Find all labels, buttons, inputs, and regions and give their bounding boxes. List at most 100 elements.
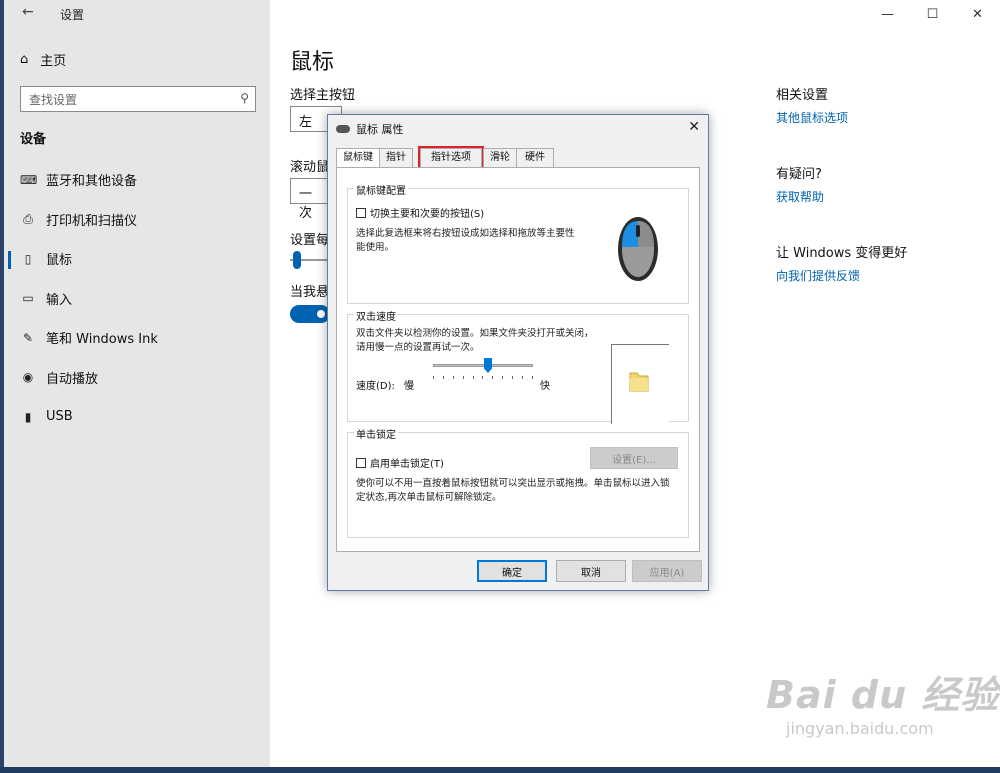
- related-settings-heading: 相关设置: [776, 88, 829, 103]
- speed-slider-ticks: [433, 376, 533, 379]
- ok-button[interactable]: 确定: [477, 560, 547, 582]
- sidebar-nav: ⌨ 蓝牙和其他设备 ⎙ 打印机和扫描仪 ▯ 鼠标 ▭ 输入 ✎ 笔和 Windo…: [4, 160, 270, 437]
- settings-window: ← 设置 ⌂ 主页 查找设置 ⚲ 设备 ⌨ 蓝牙和其他设备 ⎙ 打印机和扫描仪 …: [0, 0, 1000, 767]
- sidebar-item-autoplay[interactable]: ◉ 自动播放: [4, 358, 270, 398]
- primary-button-value: 左: [299, 115, 313, 130]
- sidebar-item-label: 蓝牙和其他设备: [46, 174, 138, 190]
- sidebar-item-usb[interactable]: ▮ USB: [4, 397, 270, 437]
- tab-wheel[interactable]: 滑轮: [483, 148, 517, 167]
- mouse-icon: [336, 125, 350, 133]
- sidebar-item-bluetooth[interactable]: ⌨ 蓝牙和其他设备: [4, 160, 270, 200]
- back-arrow-icon[interactable]: ←: [22, 4, 34, 20]
- tab-pointers[interactable]: 指针: [379, 148, 413, 167]
- mouse-properties-dialog: 鼠标 属性 ✕ 鼠标键 指针 指针选项 滑轮 硬件 鼠标键配置 切换主要和次要的…: [327, 114, 709, 591]
- switch-buttons-checkbox[interactable]: 切换主要和次要的按钮(S): [356, 205, 484, 220]
- scroll-select[interactable]: 一次: [290, 178, 330, 221]
- lines-label: 设置每: [290, 233, 330, 248]
- mouse-wheel: [636, 225, 640, 237]
- scroll-value: 一次: [299, 187, 313, 221]
- tab-buttons[interactable]: 鼠标键: [336, 148, 380, 168]
- sidebar-item-typing[interactable]: ▭ 输入: [4, 279, 270, 319]
- lines-slider-thumb[interactable]: [293, 251, 301, 269]
- section-label: 设备: [20, 132, 47, 147]
- tab-panel: 鼠标键配置 切换主要和次要的按钮(S) 选择此复选框来将右按钮设成如选择和拖放等…: [336, 167, 700, 552]
- pen-icon: ✎: [22, 330, 34, 345]
- autoplay-icon: ◉: [22, 370, 34, 385]
- feedback-heading: 让 Windows 变得更好: [776, 246, 908, 261]
- usb-icon: ▮: [24, 409, 32, 424]
- primary-button-label: 选择主按钮: [290, 88, 356, 103]
- home-label: 主页: [40, 54, 67, 69]
- close-icon[interactable]: ✕: [955, 0, 1000, 28]
- feedback-link[interactable]: 向我们提供反馈: [776, 267, 907, 284]
- dialog-titlebar: 鼠标 属性: [336, 121, 404, 137]
- button-config-group: 鼠标键配置 切换主要和次要的按钮(S) 选择此复选框来将右按钮设成如选择和拖放等…: [347, 182, 689, 304]
- search-icon: ⚲: [240, 91, 249, 105]
- sidebar-item-label: 自动播放: [46, 371, 99, 387]
- maximize-icon[interactable]: ☐: [910, 0, 955, 28]
- fast-label: 快: [540, 381, 550, 392]
- checkbox-box[interactable]: [356, 457, 366, 468]
- tab-pointer-options[interactable]: 指针选项: [418, 146, 484, 169]
- sidebar-item-label: USB: [46, 409, 73, 425]
- hover-label: 当我悬: [290, 285, 330, 300]
- click-lock-desc: 使你可以不用一直按着鼠标按钮就可以突出显示或拖拽。单击鼠标以进入锁定状态,再次单…: [356, 478, 670, 503]
- click-lock-checkbox[interactable]: 启用单击锁定(T): [356, 455, 444, 470]
- sidebar-item-label: 笔和 Windows Ink: [46, 332, 158, 348]
- home-link[interactable]: ⌂ 主页: [20, 50, 66, 69]
- window-title: 设置: [60, 8, 85, 22]
- sidebar-item-label: 鼠标: [46, 253, 73, 269]
- mouse-left-button: [622, 221, 638, 247]
- dialog-tabs: 鼠标键 指针 指针选项 滑轮 硬件: [336, 146, 554, 169]
- page-title: 鼠标: [290, 50, 335, 75]
- help-section: 有疑问? 获取帮助: [776, 163, 824, 205]
- minimize-icon[interactable]: —: [865, 0, 910, 28]
- checkbox-box[interactable]: [356, 207, 366, 218]
- checkbox-label: 切换主要和次要的按钮(S): [370, 209, 485, 220]
- other-mouse-options-link[interactable]: 其他鼠标选项: [776, 109, 848, 126]
- bluetooth-devices-icon: ⌨: [20, 172, 38, 187]
- sidebar-item-mouse[interactable]: ▯ 鼠标: [4, 239, 270, 279]
- speed-slider-track: [433, 364, 533, 367]
- dialog-close-icon[interactable]: ✕: [688, 119, 700, 135]
- question-heading: 有疑问?: [776, 167, 822, 182]
- speed-label: 速度(D):: [356, 381, 395, 392]
- baidu-watermark: Bai du 经验 jingyan.baidu.com: [766, 664, 999, 738]
- printer-icon: ⎙: [23, 211, 33, 226]
- desktop-strip: [0, 767, 1000, 773]
- slow-label: 慢: [404, 381, 414, 392]
- sidebar-item-label: 打印机和扫描仪: [46, 213, 138, 229]
- folder-icon[interactable]: [628, 369, 650, 393]
- double-click-test-area[interactable]: [611, 344, 669, 424]
- sidebar-item-printers[interactable]: ⎙ 打印机和扫描仪: [4, 200, 270, 240]
- group-title: 单击锁定: [354, 426, 398, 441]
- double-click-desc: 双击文件夹以检测你的设置。如果文件夹没打开或关闭，请用慢一点的设置再试一次。: [356, 328, 594, 353]
- click-lock-group: 单击锁定 启用单击锁定(T) 设置(E)... 使你可以不用一直按着鼠标按钮就可…: [347, 426, 689, 538]
- sidebar-item-pen[interactable]: ✎ 笔和 Windows Ink: [4, 318, 270, 358]
- window-controls: — ☐ ✕: [865, 0, 1000, 28]
- hover-scroll-toggle[interactable]: [290, 305, 330, 323]
- watermark-sub: jingyan.baidu.com: [786, 719, 934, 738]
- sidebar: ← 设置 ⌂ 主页 查找设置 ⚲ 设备 ⌨ 蓝牙和其他设备 ⎙ 打印机和扫描仪 …: [4, 0, 270, 767]
- dialog-title: 鼠标 属性: [356, 123, 404, 136]
- mouse-icon: ▯: [24, 251, 32, 266]
- checkbox-label: 启用单击锁定(T): [370, 459, 444, 470]
- feedback-section: 让 Windows 变得更好 向我们提供反馈: [776, 242, 907, 284]
- search-input[interactable]: 查找设置 ⚲: [20, 86, 256, 112]
- keyboard-icon: ▭: [22, 291, 34, 306]
- apply-button[interactable]: 应用(A): [632, 560, 702, 582]
- get-help-link[interactable]: 获取帮助: [776, 188, 824, 205]
- sidebar-item-label: 输入: [46, 292, 73, 308]
- scroll-label: 滚动鼠: [290, 160, 330, 175]
- click-lock-settings-button[interactable]: 设置(E)...: [590, 447, 678, 469]
- mouse-right-button: [638, 221, 654, 247]
- watermark-main: Bai du 经验: [766, 673, 1000, 717]
- search-placeholder: 查找设置: [29, 92, 78, 107]
- group-title: 双击速度: [354, 308, 398, 323]
- mouse-illustration-icon: [618, 217, 658, 281]
- tab-hardware[interactable]: 硬件: [516, 148, 554, 167]
- group-title: 鼠标键配置: [354, 182, 408, 197]
- home-icon: ⌂: [20, 52, 29, 67]
- button-config-desc: 选择此复选框来将右按钮设成如选择和拖放等主要性能使用。: [356, 228, 575, 253]
- cancel-button[interactable]: 取消: [556, 560, 626, 582]
